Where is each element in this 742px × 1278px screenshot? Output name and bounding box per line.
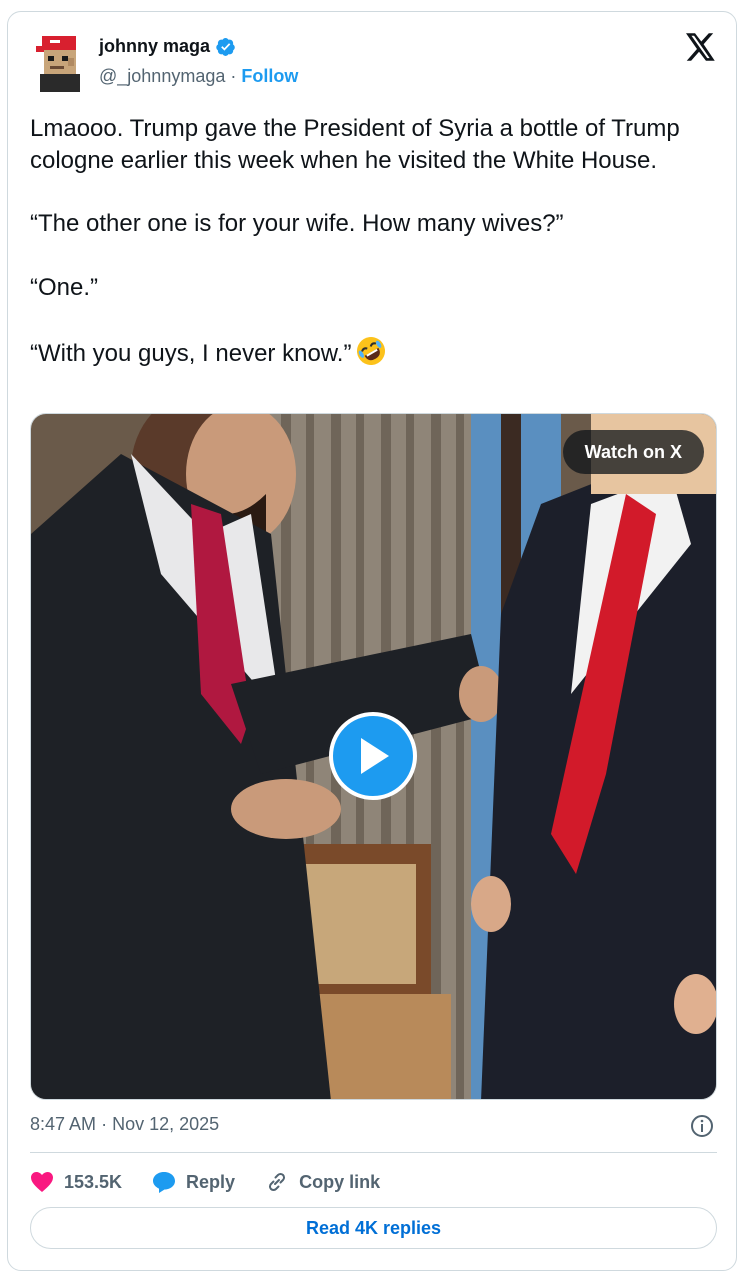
copy-link-button[interactable]: Copy link	[265, 1170, 380, 1194]
avatar[interactable]	[36, 34, 86, 92]
like-count: 153.5K	[64, 1171, 123, 1192]
info-icon[interactable]	[690, 1114, 714, 1138]
x-logo-icon[interactable]	[686, 33, 716, 61]
play-button[interactable]	[329, 712, 417, 800]
copy-link-label: Copy link	[299, 1171, 381, 1192]
author-handle[interactable]: @_johnnymaga	[99, 66, 225, 86]
video-thumbnail[interactable]: Watch on X	[30, 413, 717, 1100]
play-icon	[361, 738, 389, 774]
like-button[interactable]: 153.5K	[30, 1171, 122, 1193]
author-handle-row: @_johnnymaga · Follow	[99, 66, 298, 87]
tweet-paragraph: “The other one is for your wife. How man…	[30, 210, 564, 237]
author-name-row[interactable]: johnny maga	[99, 36, 236, 57]
heart-icon	[31, 1172, 53, 1192]
divider	[30, 1152, 717, 1153]
tweet-paragraph-last: “With you guys, I never know.”	[30, 335, 720, 370]
verified-badge-icon	[216, 37, 235, 56]
timestamp-date[interactable]: Nov 12, 2025	[112, 1114, 219, 1134]
follow-button[interactable]: Follow	[241, 66, 298, 86]
tweet-paragraph: “One.”	[30, 273, 99, 301]
read-replies-button[interactable]: Read 4K replies	[30, 1207, 717, 1249]
timestamp[interactable]: 8:47 AM · Nov 12, 2025	[30, 1114, 219, 1135]
reply-label: Reply	[186, 1171, 236, 1192]
reply-bubble-icon	[153, 1172, 176, 1193]
reply-button[interactable]: Reply	[152, 1170, 235, 1194]
action-bar: 153.5K Reply Copy link	[30, 1166, 410, 1198]
author-name[interactable]: johnny maga	[99, 36, 210, 57]
tweet-paragraph: “With you guys, I never know.”	[30, 340, 352, 367]
watch-on-x-button[interactable]: Watch on X	[562, 430, 704, 474]
timestamp-time[interactable]: 8:47 AM	[30, 1114, 96, 1134]
timestamp-separator: ·	[101, 1114, 108, 1134]
link-icon	[269, 1172, 286, 1192]
rolling-on-floor-laughing-emoji	[357, 337, 386, 365]
tweet-paragraph: Lmaooo. Trump gave the President of Syri…	[30, 115, 680, 174]
handle-separator: ·	[230, 66, 237, 86]
tweet-text: Lmaooo. Trump gave the President of Syri…	[30, 113, 720, 370]
